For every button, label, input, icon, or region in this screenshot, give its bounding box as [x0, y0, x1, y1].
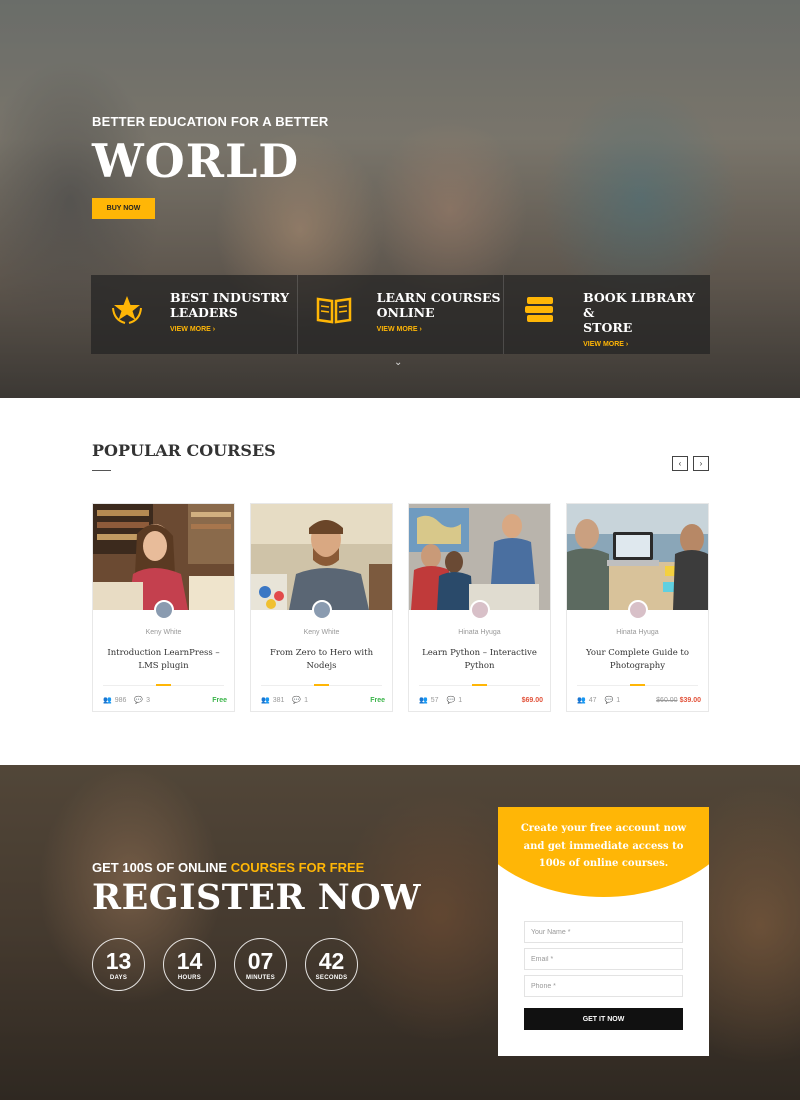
- book-stack-icon: [522, 292, 558, 328]
- course-meta: 👥 57 💬 1 $69.00: [419, 694, 543, 706]
- course-price: Free: [212, 696, 227, 704]
- course-title[interactable]: Learn Python – Interactive Python: [419, 647, 540, 673]
- countdown-days: 13 DAYS: [92, 938, 145, 991]
- view-more-link[interactable]: VIEW MORE ›: [170, 326, 289, 333]
- countdown-seconds: 42 SECONDS: [305, 938, 358, 991]
- feature-learn-courses: LEARN COURSES ONLINE VIEW MORE ›: [296, 275, 504, 354]
- course-meta: 👥 986 💬 3 Free: [103, 694, 227, 706]
- course-card[interactable]: Hinata Hyuga Learn Python – Interactive …: [408, 503, 551, 712]
- feature-industry-leaders: BEST INDUSTRY LEADERS VIEW MORE ›: [91, 275, 297, 354]
- accent-bar: [156, 684, 171, 686]
- accent-bar: [314, 684, 329, 686]
- get-it-now-button[interactable]: GET IT NOW: [524, 1008, 683, 1030]
- users-icon: 👥: [419, 697, 428, 704]
- users-icon: 👥: [103, 697, 112, 704]
- course-thumbnail[interactable]: [567, 504, 708, 610]
- countdown-timer: 13 DAYS 14 HOURS 07 MINUTES 42 SECONDS: [92, 938, 376, 991]
- avatar: [470, 600, 490, 620]
- star-laurel-icon: [109, 292, 145, 328]
- comment-icon: 💬: [446, 697, 456, 704]
- view-more-link[interactable]: VIEW MORE ›: [583, 341, 710, 348]
- course-price: $69.00: [521, 696, 543, 704]
- email-field[interactable]: [524, 948, 683, 970]
- name-field[interactable]: [524, 921, 683, 943]
- accent-bar: [630, 684, 645, 686]
- feature-title: LEARN COURSES ONLINE: [376, 290, 501, 320]
- users-icon: 👥: [261, 697, 270, 704]
- carousel-next-button[interactable]: ›: [693, 456, 709, 471]
- course-title[interactable]: Introduction LearnPress – LMS plugin: [103, 647, 224, 673]
- course-thumbnail[interactable]: [409, 504, 550, 610]
- form-heading: Create your free account now and get imm…: [520, 823, 687, 869]
- students-count: 47: [588, 696, 597, 704]
- course-price: $60.00 $39.00: [656, 697, 701, 704]
- feature-title: BEST INDUSTRY LEADERS: [170, 290, 290, 320]
- course-title[interactable]: From Zero to Hero with Nodejs: [261, 647, 382, 673]
- view-more-link[interactable]: VIEW MORE ›: [377, 326, 501, 333]
- course-meta: 👥 381 💬 1 Free: [261, 694, 385, 706]
- avatar: [628, 600, 648, 620]
- course-author: Hinata Hyuga: [616, 629, 659, 636]
- course-thumbnail[interactable]: [93, 504, 234, 610]
- avatar: [312, 600, 332, 620]
- students-count: 381: [272, 696, 285, 704]
- course-old-price: $60.00: [656, 696, 678, 704]
- users-icon: 👥: [577, 697, 586, 704]
- section-title: POPULAR COURSES: [92, 441, 276, 460]
- course-meta: 👥 47 💬 1 $60.00 $39.00: [577, 694, 701, 706]
- title-underline: [92, 470, 111, 471]
- comments-count: 3: [146, 696, 151, 704]
- countdown-minutes: 07 MINUTES: [234, 938, 287, 991]
- chevron-down-icon[interactable]: ⌄: [394, 357, 402, 368]
- avatar: [154, 600, 174, 620]
- students-count: 57: [430, 696, 439, 704]
- course-card[interactable]: Keny White From Zero to Hero with Nodejs…: [250, 503, 393, 712]
- course-thumbnail[interactable]: [251, 504, 392, 610]
- course-author: Keny White: [303, 629, 340, 636]
- signup-form: Create your free account now and get imm…: [498, 807, 709, 1056]
- course-author: Hinata Hyuga: [458, 629, 501, 636]
- students-count: 986: [114, 696, 127, 704]
- hero-subtitle: BETTER EDUCATION FOR A BETTER: [92, 114, 329, 129]
- comments-count: 1: [304, 696, 309, 704]
- comments-count: 1: [616, 696, 621, 704]
- feature-title: BOOK LIBRARY & STORE: [583, 290, 696, 335]
- course-author: Keny White: [145, 629, 182, 636]
- countdown-hours: 14 HOURS: [163, 938, 216, 991]
- course-title[interactable]: Your Complete Guide to Photography: [577, 647, 698, 673]
- open-book-icon: [316, 292, 352, 328]
- course-price: Free: [370, 696, 385, 704]
- course-card[interactable]: Keny White Introduction LearnPress – LMS…: [92, 503, 235, 712]
- register-section: GET 100S OF ONLINE COURSES FOR FREE REGI…: [0, 765, 800, 1100]
- hero-banner: BETTER EDUCATION FOR A BETTER WORLD BUY …: [0, 0, 800, 398]
- course-card[interactable]: Hinata Hyuga Your Complete Guide to Phot…: [566, 503, 709, 712]
- accent-bar: [472, 684, 487, 686]
- course-sale-price: $39.00: [679, 696, 701, 704]
- buy-now-button[interactable]: BUY NOW: [92, 198, 155, 219]
- comments-count: 1: [458, 696, 463, 704]
- phone-field[interactable]: [524, 975, 683, 997]
- comment-icon: 💬: [134, 697, 144, 704]
- register-subtitle: GET 100S OF ONLINE COURSES FOR FREE: [92, 860, 365, 875]
- register-title: REGISTER NOW: [92, 877, 422, 918]
- hero-title: WORLD: [92, 134, 300, 188]
- comment-icon: 💬: [604, 697, 614, 704]
- carousel-prev-button[interactable]: ‹: [672, 456, 688, 471]
- feature-bar: BEST INDUSTRY LEADERS VIEW MORE › LEARN …: [91, 275, 710, 354]
- comment-icon: 💬: [292, 697, 302, 704]
- feature-book-library: BOOK LIBRARY & STORE VIEW MORE ›: [503, 275, 710, 354]
